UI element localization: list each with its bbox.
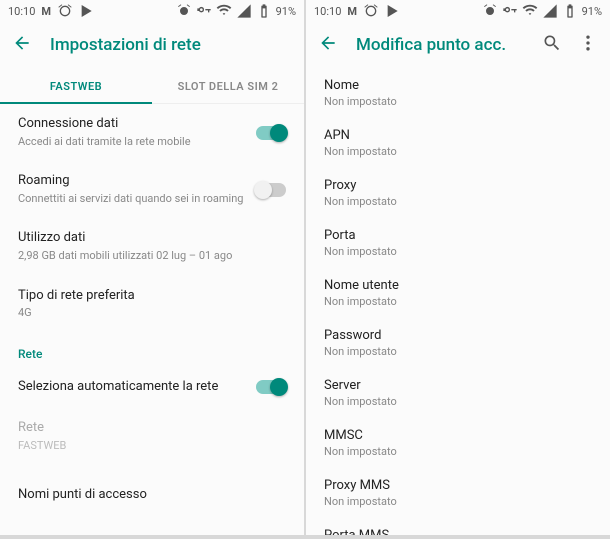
- battery-percent: 91%: [582, 5, 602, 18]
- field-label: Porta: [324, 228, 592, 243]
- status-bar: 10:10 M 91%: [0, 0, 304, 22]
- row-title: Utilizzo dati: [18, 230, 286, 247]
- field-port[interactable]: Porta Non impostato: [306, 218, 610, 268]
- field-password[interactable]: Password Non impostato: [306, 318, 610, 368]
- row-title: Tipo di rete preferita: [18, 288, 286, 305]
- field-proxy[interactable]: Proxy Non impostato: [306, 168, 610, 218]
- row-title: Rete: [18, 420, 286, 437]
- row-auto-select-network[interactable]: Seleziona automaticamente la rete: [0, 367, 304, 408]
- field-apn[interactable]: APN Non impostato: [306, 118, 610, 168]
- field-mms-port[interactable]: Porta MMS Non impostato: [306, 518, 610, 535]
- field-value: Non impostato: [324, 495, 592, 508]
- status-time: 10:10: [314, 5, 341, 18]
- field-value: Non impostato: [324, 445, 592, 458]
- row-roaming[interactable]: Roaming Connettiti ai servizi dati quand…: [0, 161, 304, 218]
- alarm-icon: [363, 3, 379, 19]
- vpn-key-icon: [502, 3, 518, 19]
- row-title: Roaming: [18, 173, 246, 190]
- screen-network-settings: 10:10 M 91%: [0, 0, 304, 535]
- wifi-icon: [216, 3, 232, 19]
- status-time: 10:10: [8, 5, 35, 18]
- app-icon-m: M: [347, 5, 357, 18]
- toggle-data-connection[interactable]: [256, 126, 286, 140]
- field-server[interactable]: Server Non impostato: [306, 368, 610, 418]
- apn-fields-list: Nome Non impostato APN Non impostato Pro…: [306, 68, 610, 535]
- status-bar: 10:10 M 91%: [306, 0, 610, 22]
- alarm-icon: [57, 3, 73, 19]
- field-value: Non impostato: [324, 95, 592, 108]
- alarm-indicator-icon: [176, 3, 192, 19]
- row-network: Rete FASTWEB: [0, 408, 304, 465]
- tab-sim2[interactable]: SLOT DELLA SIM 2: [152, 68, 304, 103]
- field-label: Password: [324, 328, 592, 343]
- row-title: Connessione dati: [18, 116, 246, 133]
- field-label: Proxy MMS: [324, 478, 592, 493]
- row-subtitle: 2,98 GB dati mobili utilizzati 02 lug – …: [18, 249, 286, 263]
- row-subtitle: Accedi ai dati tramite la rete mobile: [18, 135, 246, 149]
- back-button[interactable]: [12, 33, 32, 57]
- row-subtitle: FASTWEB: [18, 439, 286, 453]
- row-subtitle: 4G: [18, 306, 286, 320]
- field-label: APN: [324, 128, 592, 143]
- vpn-key-icon: [196, 3, 212, 19]
- tab-fastweb[interactable]: FASTWEB: [0, 68, 152, 103]
- search-button[interactable]: [542, 33, 562, 57]
- sim-tabs: FASTWEB SLOT DELLA SIM 2: [0, 68, 304, 104]
- signal-icon: [542, 3, 558, 19]
- section-network: Rete: [0, 333, 304, 367]
- row-title: Seleziona automaticamente la rete: [18, 379, 246, 396]
- app-bar: Modifica punto acc.: [306, 22, 610, 68]
- field-label: Nome utente: [324, 278, 592, 293]
- battery-icon: [256, 3, 272, 19]
- app-bar: Impostazioni di rete: [0, 22, 304, 68]
- field-username[interactable]: Nome utente Non impostato: [306, 268, 610, 318]
- signal-icon: [236, 3, 252, 19]
- field-label: MMSC: [324, 428, 592, 443]
- field-mmsc[interactable]: MMSC Non impostato: [306, 418, 610, 468]
- play-icon: [79, 3, 95, 19]
- page-title: Modifica punto acc.: [356, 35, 524, 55]
- toggle-roaming[interactable]: [256, 183, 286, 197]
- screen-edit-apn: 10:10 M 91%: [306, 0, 610, 535]
- battery-icon: [562, 3, 578, 19]
- settings-list: Connessione dati Accedi ai dati tramite …: [0, 104, 304, 535]
- battery-percent: 91%: [276, 5, 296, 18]
- page-title: Impostazioni di rete: [50, 35, 292, 55]
- row-subtitle: Connettiti ai servizi dati quando sei in…: [18, 192, 246, 206]
- row-data-connection[interactable]: Connessione dati Accedi ai dati tramite …: [0, 104, 304, 161]
- field-label: Proxy: [324, 178, 592, 193]
- app-icon-m: M: [41, 5, 51, 18]
- row-title: Nomi punti di accesso: [18, 487, 286, 504]
- row-data-usage[interactable]: Utilizzo dati 2,98 GB dati mobili utiliz…: [0, 218, 304, 275]
- field-value: Non impostato: [324, 345, 592, 358]
- field-label: Nome: [324, 78, 592, 93]
- row-preferred-network[interactable]: Tipo di rete preferita 4G: [0, 276, 304, 333]
- field-label: Porta MMS: [324, 528, 592, 535]
- field-value: Non impostato: [324, 295, 592, 308]
- field-value: Non impostato: [324, 245, 592, 258]
- field-mms-proxy[interactable]: Proxy MMS Non impostato: [306, 468, 610, 518]
- field-label: Server: [324, 378, 592, 393]
- field-name[interactable]: Nome Non impostato: [306, 68, 610, 118]
- play-icon: [385, 3, 401, 19]
- back-button[interactable]: [318, 33, 338, 57]
- toggle-auto-select[interactable]: [256, 380, 286, 394]
- wifi-icon: [522, 3, 538, 19]
- field-value: Non impostato: [324, 395, 592, 408]
- overflow-menu-button[interactable]: [578, 33, 598, 57]
- field-value: Non impostato: [324, 145, 592, 158]
- field-value: Non impostato: [324, 195, 592, 208]
- row-apn-names[interactable]: Nomi punti di accesso: [0, 465, 304, 526]
- alarm-indicator-icon: [482, 3, 498, 19]
